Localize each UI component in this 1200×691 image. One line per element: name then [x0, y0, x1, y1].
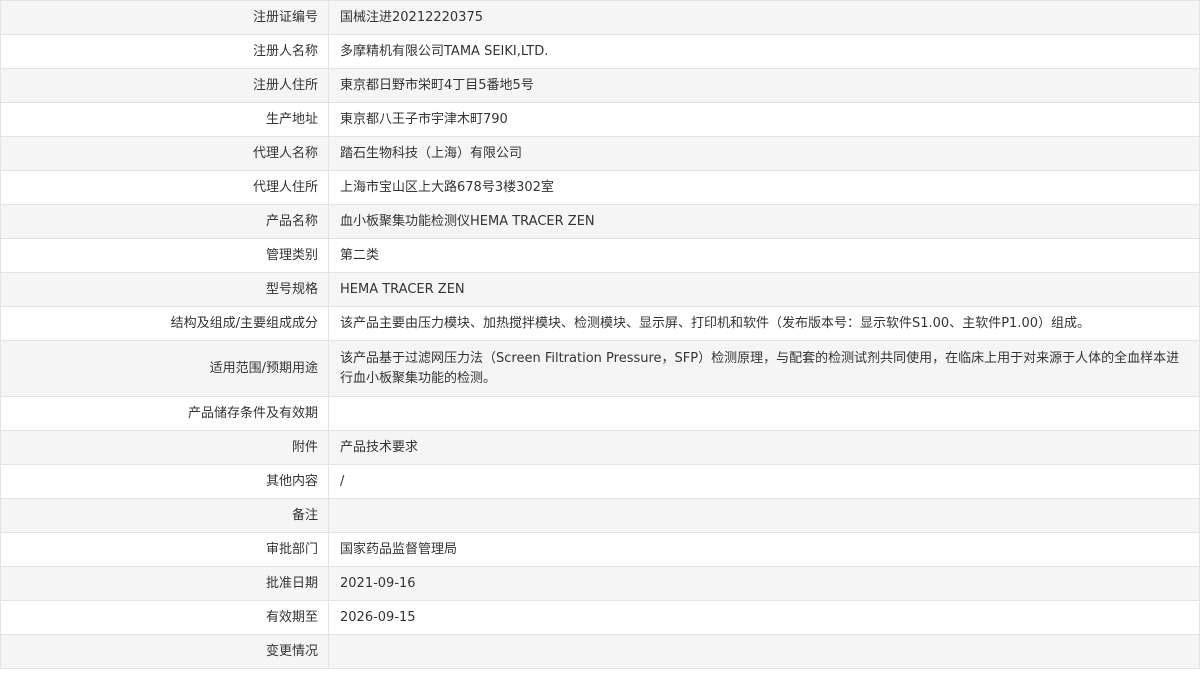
- row-value: [328, 634, 1200, 669]
- registration-detail-table: 注册证编号 国械注进20212220375 注册人名称 多摩精机有限公司TAMA…: [0, 0, 1200, 669]
- row-label: 代理人名称: [0, 136, 329, 171]
- row-other-content: 其他内容 /: [0, 464, 1200, 499]
- row-value: 第二类: [328, 238, 1200, 273]
- row-management-category: 管理类别 第二类: [0, 238, 1200, 273]
- row-label: 代理人住所: [0, 170, 329, 205]
- row-value: 上海市宝山区上大路678号3楼302室: [328, 170, 1200, 205]
- row-value: 東京都八王子市宇津木町790: [328, 102, 1200, 137]
- row-label: 适用范围/预期用途: [0, 340, 329, 397]
- row-label: 附件: [0, 430, 329, 465]
- row-value: 血小板聚集功能检测仪HEMA TRACER ZEN: [328, 204, 1200, 239]
- row-value: 東京都日野市栄町4丁目5番地5号: [328, 68, 1200, 103]
- row-production-address: 生产地址 東京都八王子市宇津木町790: [0, 102, 1200, 137]
- row-label: 管理类别: [0, 238, 329, 273]
- row-value: /: [328, 464, 1200, 499]
- row-registration-number: 注册证编号 国械注进20212220375: [0, 0, 1200, 35]
- row-valid-until: 有效期至 2026-09-15: [0, 600, 1200, 635]
- row-value: HEMA TRACER ZEN: [328, 272, 1200, 307]
- row-value: 踏石生物科技（上海）有限公司: [328, 136, 1200, 171]
- row-approval-date: 批准日期 2021-09-16: [0, 566, 1200, 601]
- row-attachment: 附件 产品技术要求: [0, 430, 1200, 465]
- row-value: [328, 498, 1200, 533]
- row-value: 2026-09-15: [328, 600, 1200, 635]
- row-change-history: 变更情况: [0, 634, 1200, 669]
- row-label: 备注: [0, 498, 329, 533]
- row-value: 多摩精机有限公司TAMA SEIKI,LTD.: [328, 34, 1200, 69]
- row-product-name: 产品名称 血小板聚集功能检测仪HEMA TRACER ZEN: [0, 204, 1200, 239]
- row-agent-address: 代理人住所 上海市宝山区上大路678号3楼302室: [0, 170, 1200, 205]
- row-model-spec: 型号规格 HEMA TRACER ZEN: [0, 272, 1200, 307]
- row-label: 审批部门: [0, 532, 329, 567]
- row-label: 结构及组成/主要组成成分: [0, 306, 329, 341]
- row-value: 该产品基于过滤网压力法（Screen Filtration Pressure，S…: [328, 340, 1200, 397]
- row-value: 产品技术要求: [328, 430, 1200, 465]
- row-label: 生产地址: [0, 102, 329, 137]
- row-storage-conditions: 产品储存条件及有效期: [0, 396, 1200, 431]
- row-label: 有效期至: [0, 600, 329, 635]
- row-value: [328, 396, 1200, 431]
- row-value: 该产品主要由压力模块、加热搅拌模块、检测模块、显示屏、打印机和软件（发布版本号：…: [328, 306, 1200, 341]
- row-label: 注册证编号: [0, 0, 329, 35]
- row-registrant-address: 注册人住所 東京都日野市栄町4丁目5番地5号: [0, 68, 1200, 103]
- row-value: 国家药品监督管理局: [328, 532, 1200, 567]
- row-label: 产品名称: [0, 204, 329, 239]
- row-registrant-name: 注册人名称 多摩精机有限公司TAMA SEIKI,LTD.: [0, 34, 1200, 69]
- row-structure-composition: 结构及组成/主要组成成分 该产品主要由压力模块、加热搅拌模块、检测模块、显示屏、…: [0, 306, 1200, 341]
- row-label: 批准日期: [0, 566, 329, 601]
- row-label: 注册人名称: [0, 34, 329, 69]
- row-approval-department: 审批部门 国家药品监督管理局: [0, 532, 1200, 567]
- row-agent-name: 代理人名称 踏石生物科技（上海）有限公司: [0, 136, 1200, 171]
- row-label: 产品储存条件及有效期: [0, 396, 329, 431]
- row-label: 型号规格: [0, 272, 329, 307]
- row-value: 国械注进20212220375: [328, 0, 1200, 35]
- row-label: 变更情况: [0, 634, 329, 669]
- row-remarks: 备注: [0, 498, 1200, 533]
- row-label: 注册人住所: [0, 68, 329, 103]
- row-intended-use: 适用范围/预期用途 该产品基于过滤网压力法（Screen Filtration …: [0, 340, 1200, 397]
- row-label: 其他内容: [0, 464, 329, 499]
- row-value: 2021-09-16: [328, 566, 1200, 601]
